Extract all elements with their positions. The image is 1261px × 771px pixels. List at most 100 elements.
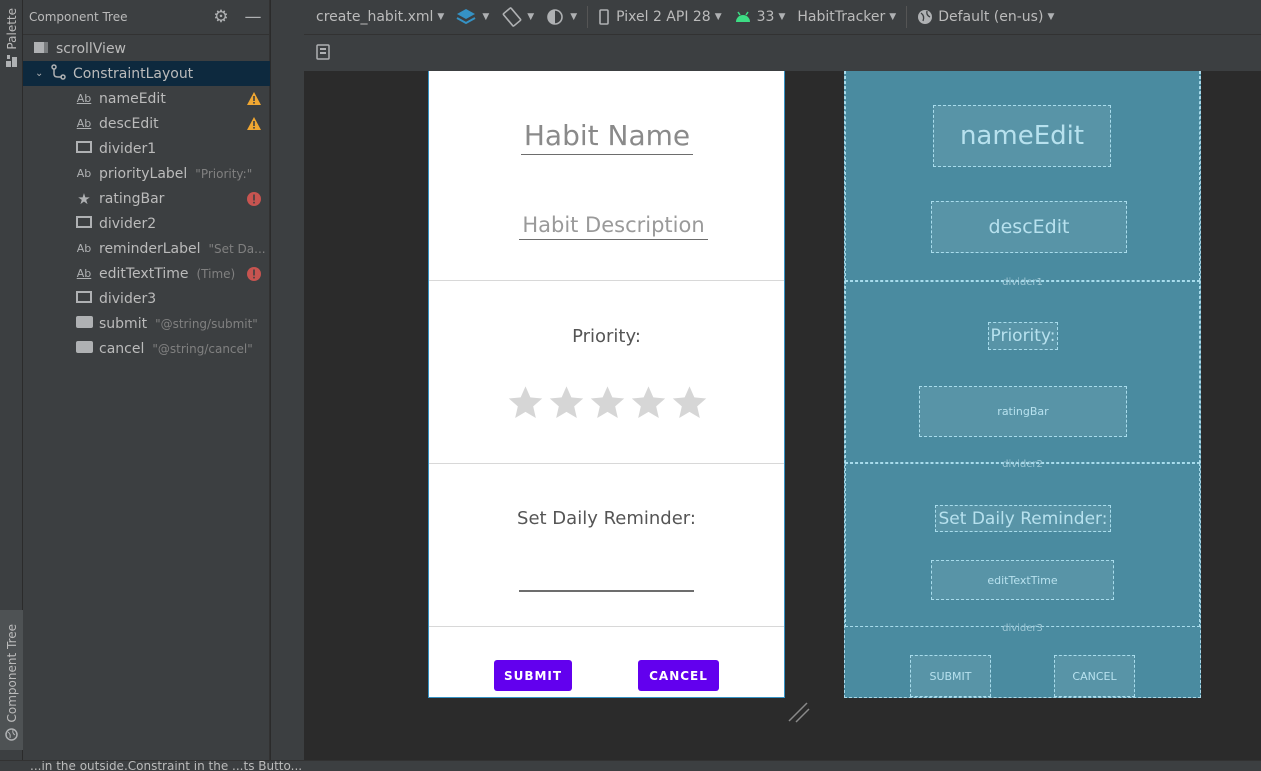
blueprint-priority-label[interactable]: Priority: xyxy=(988,322,1058,350)
error-icon[interactable] xyxy=(246,266,262,282)
tree-item-hint: "@string/submit" xyxy=(155,316,258,331)
rotate-icon xyxy=(502,7,522,27)
locale-selector[interactable]: Default (en-us) ▼ xyxy=(911,9,1060,25)
constraint-layout-icon xyxy=(49,64,67,83)
tree-item-label: cancel xyxy=(99,340,145,357)
tree-item-hint: "@string/cancel" xyxy=(152,341,253,356)
design-preview[interactable]: Habit Name Habit Description Priority: S… xyxy=(428,71,785,698)
theme-name: HabitTracker xyxy=(797,9,886,25)
device-selector[interactable]: Pixel 2 API 28 ▼ xyxy=(592,9,728,25)
palette-tab[interactable]: Palette xyxy=(0,8,23,78)
tree-item-reminderlabel[interactable]: Ab reminderLabel "Set Da... xyxy=(23,236,270,261)
blueprint-divider3-label: divider3 xyxy=(1002,623,1043,634)
blueprint-cancel-button[interactable]: CANCEL xyxy=(1054,655,1135,697)
tree-item-constraintlayout[interactable]: ⌄ ConstraintLayout xyxy=(23,61,270,86)
divider-2 xyxy=(429,463,784,464)
layout-toolbar: create_habit.xml ▼ ▼ ▼ ▼ Pixel 2 API 28 ▼ … xyxy=(304,0,1261,35)
tree-item-scrollview[interactable]: scrollView xyxy=(23,36,270,61)
blueprint-reminder-label[interactable]: Set Daily Reminder: xyxy=(935,505,1111,532)
warning-icon[interactable] xyxy=(246,116,262,132)
button-icon xyxy=(75,316,93,331)
tree-item-ratingbar[interactable]: ★ ratingBar xyxy=(23,186,270,211)
edittext-icon: Ab xyxy=(76,267,92,280)
tree-item-divider3[interactable]: divider3 xyxy=(23,286,270,311)
rating-star-icon[interactable] xyxy=(587,383,628,423)
tree-item-label: divider3 xyxy=(99,290,157,307)
rating-star-icon[interactable] xyxy=(669,383,710,423)
status-bar: ...in the outside.Constraint in the ...t… xyxy=(0,760,1261,771)
rating-star-icon[interactable] xyxy=(505,383,546,423)
tree-item-label: divider1 xyxy=(99,140,157,157)
tree-item-nameedit[interactable]: Ab nameEdit xyxy=(23,86,270,111)
component-tree-tab[interactable]: Component Tree xyxy=(0,610,23,750)
component-tree-panel: Component Tree ⚙ — scrollView ⌄ Constrai… xyxy=(23,0,270,760)
tree-item-descedit[interactable]: Ab descEdit xyxy=(23,111,270,136)
tree-item-hint: "Priority:" xyxy=(195,166,253,181)
component-tree-tab-label: Component Tree xyxy=(4,624,19,723)
view-icon xyxy=(75,216,93,231)
warning-icon[interactable] xyxy=(246,91,262,107)
api-selector[interactable]: 33 ▼ xyxy=(728,9,792,25)
tree-item-divider1[interactable]: divider1 xyxy=(23,136,270,161)
star-icon: ★ xyxy=(77,189,91,208)
chevron-down-icon: ▼ xyxy=(1047,12,1055,22)
blueprint-name-edit[interactable]: nameEdit xyxy=(933,105,1111,167)
tree-item-label: reminderLabel xyxy=(99,240,201,257)
night-mode-icon xyxy=(547,9,563,25)
error-icon[interactable] xyxy=(246,191,262,207)
scrollview-icon xyxy=(32,41,50,57)
android-icon xyxy=(735,11,750,22)
minimize-icon[interactable]: — xyxy=(237,7,269,27)
view-icon xyxy=(75,141,93,156)
tree-item-divider2[interactable]: divider2 xyxy=(23,211,270,236)
orientation-button[interactable]: ▼ xyxy=(495,7,540,27)
reminder-label: Set Daily Reminder: xyxy=(517,508,696,529)
tree-item-submit[interactable]: submit "@string/submit" xyxy=(23,311,270,336)
component-tree-title: Component Tree xyxy=(29,10,128,24)
tree-item-edittexttime[interactable]: Ab editTextTime (Time) xyxy=(23,261,270,286)
blueprint-preview[interactable]: nameEdit descEdit divider1 Priority: rat… xyxy=(844,71,1201,698)
time-edit-field[interactable] xyxy=(519,590,694,592)
device-name: Pixel 2 API 28 xyxy=(616,9,711,25)
device-frame-icon[interactable] xyxy=(316,44,330,60)
tree-item-hint: "Set Da... xyxy=(208,241,266,256)
resize-handle-icon[interactable] xyxy=(786,700,812,726)
rating-star-icon[interactable] xyxy=(628,383,669,423)
tool-window-strip: Palette Component Tree xyxy=(0,0,23,771)
chevron-down-icon: ▼ xyxy=(889,12,897,22)
status-text: ...in the outside.Constraint in the ...t… xyxy=(30,760,303,771)
theme-selector[interactable]: HabitTracker ▼ xyxy=(791,9,902,25)
gear-icon[interactable]: ⚙ xyxy=(205,7,237,27)
palette-icon xyxy=(5,54,17,67)
file-name: create_habit.xml xyxy=(316,9,434,25)
blueprint-submit-button[interactable]: SUBMIT xyxy=(910,655,991,697)
divider-1 xyxy=(429,280,784,281)
toolbar-separator xyxy=(906,6,908,28)
chevron-down-icon: ▼ xyxy=(778,12,786,22)
night-mode-button[interactable]: ▼ xyxy=(540,7,583,27)
tree-item-label: editTextTime xyxy=(99,265,189,282)
chevron-down-icon: ▼ xyxy=(570,12,578,22)
design-surface-button[interactable]: ▼ xyxy=(450,7,495,27)
toolbar-separator xyxy=(587,6,589,28)
name-edit-field[interactable]: Habit Name xyxy=(521,119,693,155)
chevron-down-icon: ▼ xyxy=(527,12,535,22)
priority-label: Priority: xyxy=(572,326,641,347)
tree-item-prioritylabel[interactable]: Ab priorityLabel "Priority:" xyxy=(23,161,270,186)
rating-star-icon[interactable] xyxy=(546,383,587,423)
submit-button[interactable]: SUBMIT xyxy=(494,660,572,691)
chevron-down-icon[interactable]: ⌄ xyxy=(35,68,49,79)
cancel-button[interactable]: CANCEL xyxy=(638,660,719,691)
tree-item-label: submit xyxy=(99,315,148,332)
description-edit-field[interactable]: Habit Description xyxy=(519,213,708,240)
blueprint-desc-edit[interactable]: descEdit xyxy=(931,201,1127,253)
tree-item-label: ConstraintLayout xyxy=(73,65,194,82)
rating-bar[interactable] xyxy=(505,383,710,423)
file-selector[interactable]: create_habit.xml ▼ xyxy=(304,9,450,25)
tree-item-cancel[interactable]: cancel "@string/cancel" xyxy=(23,336,270,361)
secondary-toolbar xyxy=(304,35,1261,71)
tree-item-label: priorityLabel xyxy=(99,165,188,182)
blueprint-rating-bar[interactable]: ratingBar xyxy=(919,386,1127,437)
tree-item-hint: (Time) xyxy=(196,266,236,281)
blueprint-time-edit[interactable]: editTextTime xyxy=(931,560,1114,600)
